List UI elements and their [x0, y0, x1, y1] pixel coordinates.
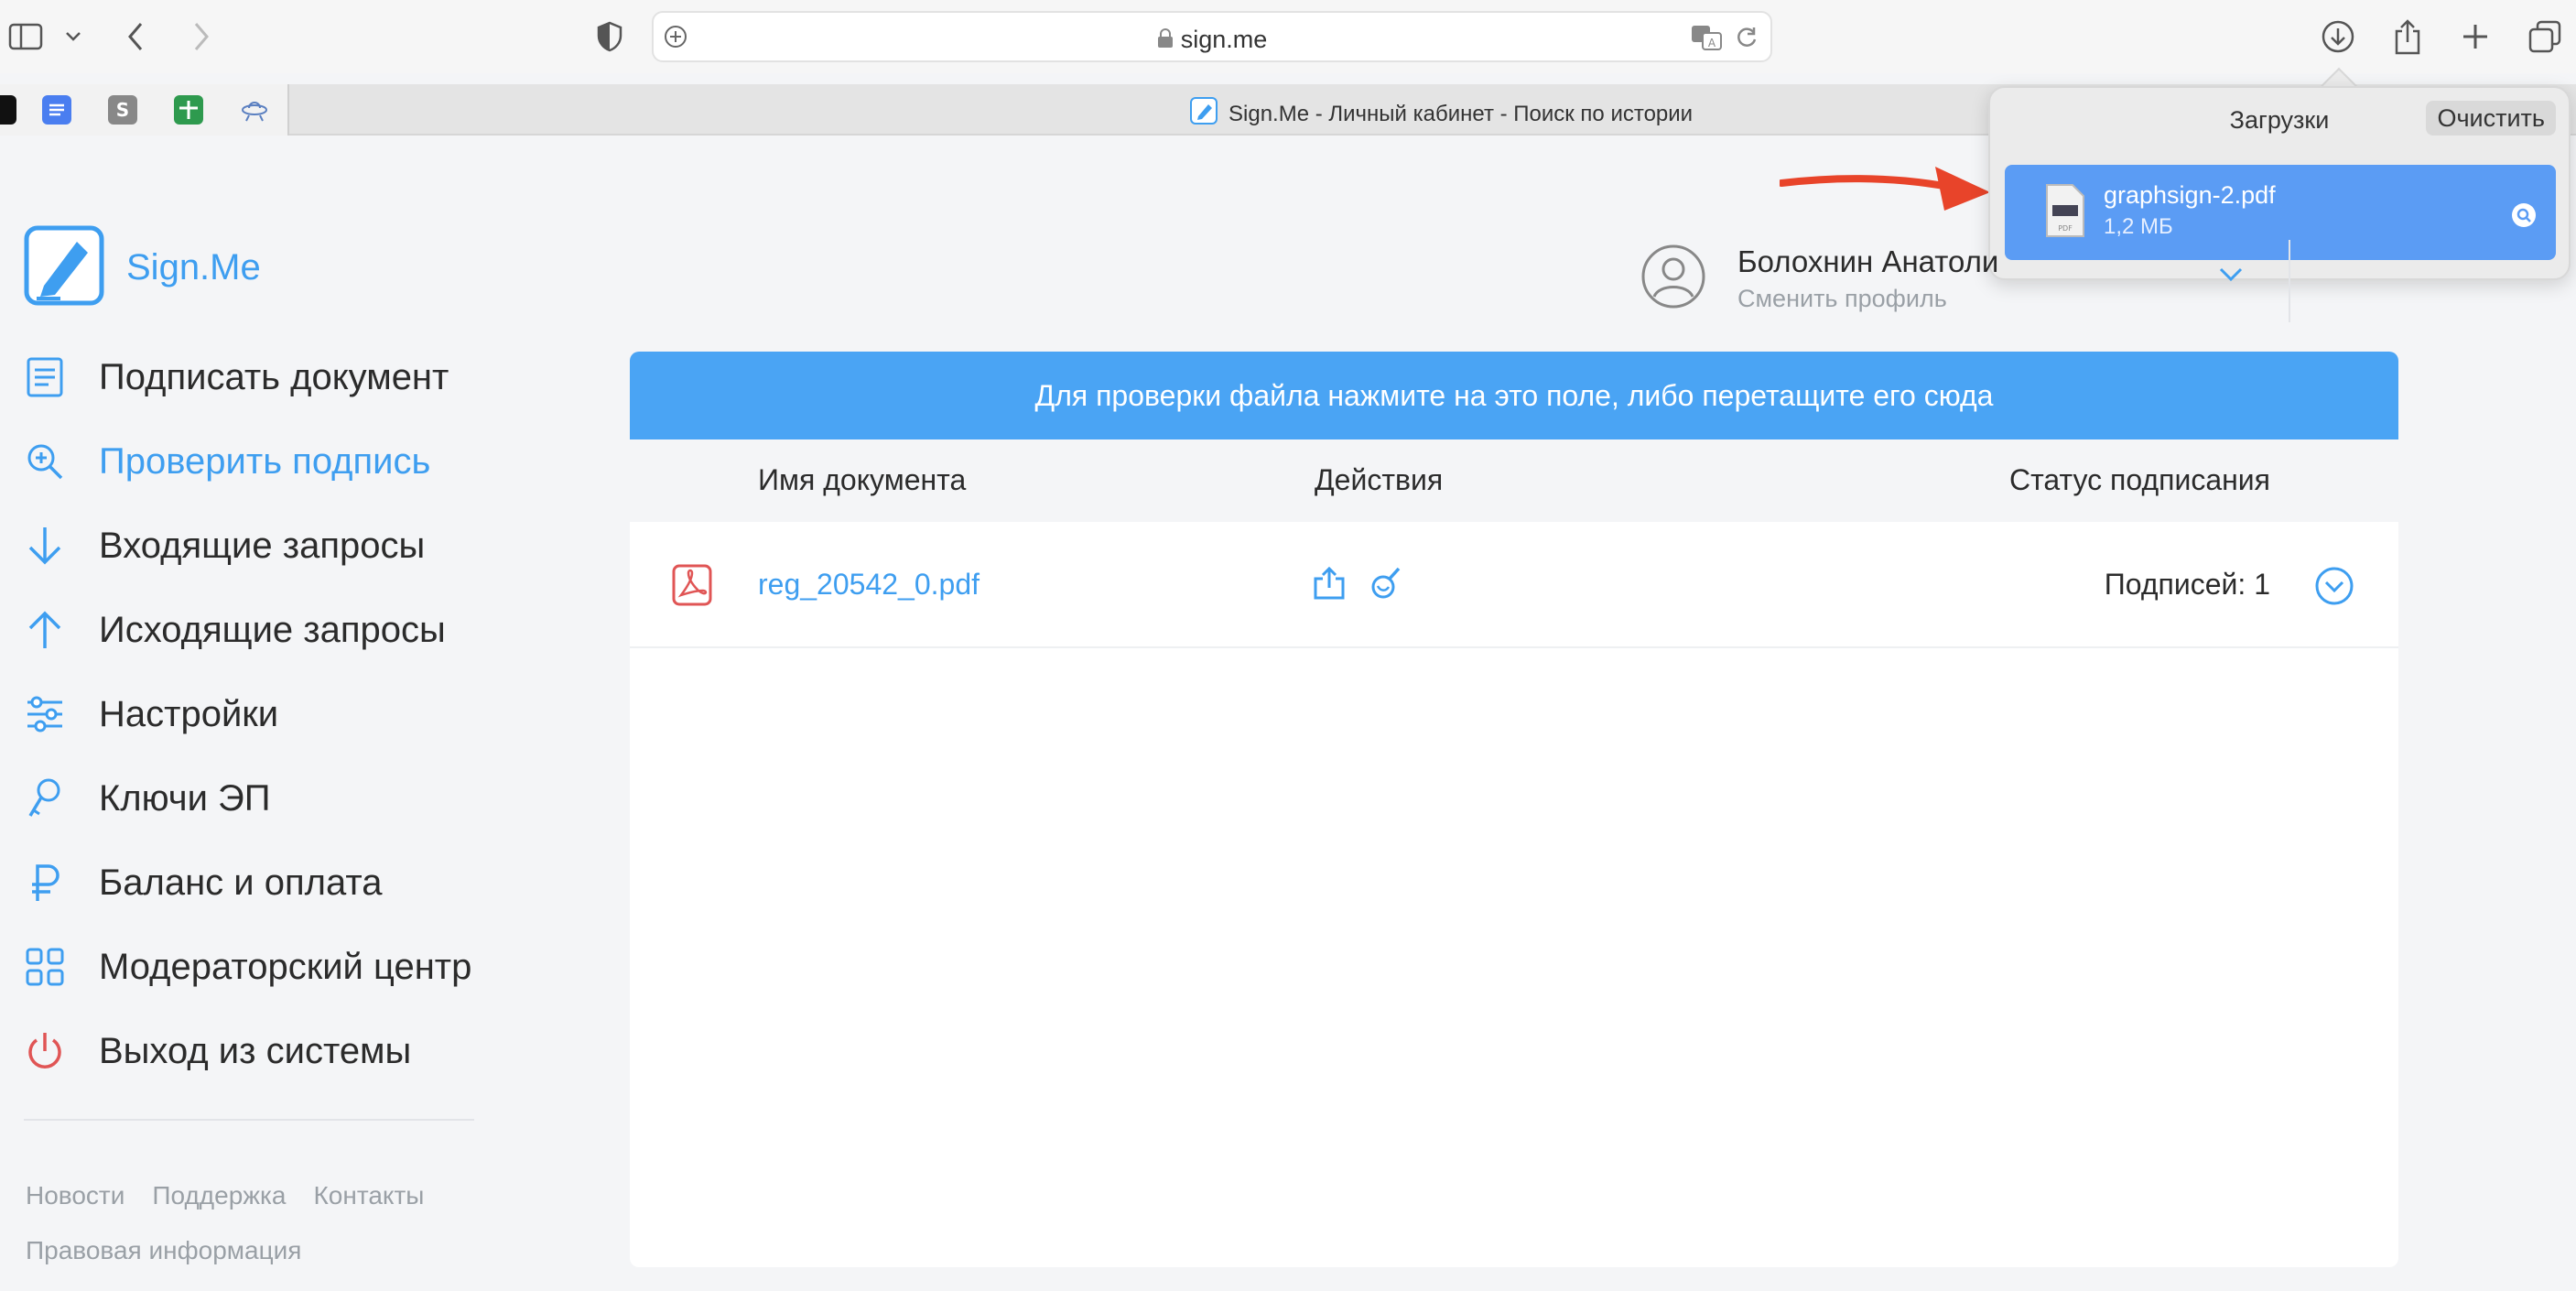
- nav-label: Проверить подпись: [99, 440, 431, 482]
- search-icon: [24, 440, 66, 483]
- nav-settings[interactable]: Настройки: [24, 672, 471, 756]
- nav-label: Входящие запросы: [99, 525, 426, 566]
- footer-contacts-link[interactable]: Контакты: [313, 1181, 424, 1210]
- sign-pen-icon[interactable]: [1369, 566, 1402, 605]
- profile-name: Болохнин Анатоли: [1737, 244, 1999, 278]
- download-item[interactable]: PDF graphsign-2.pdf 1,2 МБ: [2005, 165, 2556, 260]
- footer-support-link[interactable]: Поддержка: [152, 1181, 286, 1210]
- footer-news-link[interactable]: Новости: [26, 1181, 124, 1210]
- privacy-shield-icon[interactable]: [588, 15, 632, 59]
- chevron-down-icon[interactable]: [51, 15, 95, 59]
- sign-me-favicon: [1190, 97, 1218, 131]
- file-dropzone[interactable]: Для проверки файла нажмите на это поле, …: [630, 352, 2398, 439]
- svg-text:PDF: PDF: [2058, 224, 2073, 233]
- reload-icon[interactable]: [1734, 24, 1759, 54]
- nav-label: Исходящие запросы: [99, 609, 446, 650]
- nav-label: Настройки: [99, 693, 279, 734]
- nav-label: Баланс и оплата: [99, 862, 383, 903]
- sign-me-logo[interactable]: Sign.Me: [24, 225, 261, 310]
- annotation-arrow: [1780, 167, 1990, 211]
- signature-count: Подписей: 1: [2104, 568, 2270, 601]
- forward-icon[interactable]: [179, 15, 223, 59]
- tab-title-text: Sign.Me - Личный кабинет - Поиск по исто…: [1228, 101, 1694, 126]
- sidebar-nav: Подписать документ Проверить подпись Вхо…: [24, 335, 471, 1093]
- nav-keys[interactable]: Ключи ЭП: [24, 756, 471, 841]
- address-bar[interactable]: sign.me A: [652, 11, 1772, 62]
- nav-incoming-requests[interactable]: Входящие запросы: [24, 504, 471, 588]
- footer-legal-link[interactable]: Правовая информация: [26, 1236, 301, 1264]
- profile-switcher[interactable]: Болохнин Анатоли Сменить профиль: [1640, 244, 1998, 314]
- reveal-in-finder-icon[interactable]: [2512, 203, 2536, 227]
- url-text: sign.me: [1180, 26, 1268, 53]
- table-row: reg_20542_0.pdf Подписей: 1: [630, 522, 2398, 648]
- pinned-tab-black[interactable]: [0, 95, 16, 125]
- expand-row-icon[interactable]: [2314, 566, 2354, 611]
- clear-downloads-button[interactable]: Очистить: [2426, 101, 2556, 136]
- logo-text: Sign.Me: [126, 247, 261, 287]
- new-tab-icon[interactable]: [2453, 15, 2497, 59]
- nav-sign-document[interactable]: Подписать документ: [24, 335, 471, 419]
- ruble-icon: [24, 862, 66, 904]
- nav-label: Подписать документ: [99, 356, 449, 397]
- downloads-popover: Загрузки Очистить PDF graphsign-2.pdf 1,…: [1988, 86, 2571, 280]
- pinned-tabs: S: [0, 84, 289, 136]
- profile-chevron-down-icon[interactable]: [2219, 267, 2243, 287]
- nav-label: Ключи ЭП: [99, 777, 271, 819]
- browser-toolbar: sign.me A: [0, 0, 2576, 73]
- pinned-tab-sheets[interactable]: [174, 95, 203, 125]
- back-icon[interactable]: [114, 15, 157, 59]
- pdf-file-icon: PDF: [2045, 183, 2085, 243]
- footer-links: Новости Поддержка Контакты Правовая информ…: [26, 1168, 483, 1278]
- key-icon: [24, 777, 66, 819]
- verification-card: Для проверки файла нажмите на это поле, …: [630, 352, 2398, 1267]
- column-actions: Действия: [1315, 463, 1444, 496]
- column-status: Статус подписания: [2008, 463, 2270, 496]
- nav-label: Выход из системы: [99, 1030, 412, 1071]
- nav-label: Модераторский центр: [99, 946, 472, 987]
- nav-balance[interactable]: Баланс и оплата: [24, 841, 471, 925]
- download-filename: graphsign-2.pdf: [2104, 181, 2276, 209]
- nav-moderator-center[interactable]: Модераторский центр: [24, 925, 471, 1009]
- avatar-icon: [1640, 244, 1706, 314]
- tab-overview-icon[interactable]: [2523, 15, 2567, 59]
- arrow-up-icon: [24, 609, 66, 651]
- pdf-icon: [672, 564, 712, 611]
- url-display: sign.me: [654, 26, 1770, 55]
- download-size: 1,2 МБ: [2104, 214, 2173, 239]
- upload-share-icon[interactable]: [1313, 566, 1346, 605]
- document-link[interactable]: reg_20542_0.pdf: [758, 568, 980, 602]
- pinned-tab-docs[interactable]: [42, 95, 71, 125]
- change-profile-link[interactable]: Сменить профиль: [1737, 285, 1998, 313]
- header-separator: [2289, 240, 2290, 322]
- document-icon: [24, 356, 66, 398]
- nav-logout[interactable]: Выход из системы: [24, 1009, 471, 1093]
- grid-icon: [24, 946, 66, 988]
- column-document-name: Имя документа: [758, 463, 967, 496]
- sidebar-divider: [24, 1119, 474, 1121]
- share-icon[interactable]: [2386, 15, 2430, 59]
- active-tab[interactable]: Sign.Me - Личный кабинет - Поиск по исто…: [1190, 97, 1693, 131]
- svg-text:S: S: [116, 99, 129, 121]
- sidebar-toggle-icon[interactable]: [4, 15, 48, 59]
- power-icon: [24, 1030, 66, 1072]
- nav-outgoing-requests[interactable]: Исходящие запросы: [24, 588, 471, 672]
- lock-icon: [1157, 27, 1174, 55]
- translate-icon[interactable]: A: [1690, 24, 1723, 56]
- downloads-icon[interactable]: [2316, 15, 2360, 59]
- arrow-down-icon: [24, 525, 66, 567]
- logo-icon: [24, 225, 104, 310]
- sliders-icon: [24, 693, 66, 735]
- pinned-tab-ufo[interactable]: [240, 95, 269, 125]
- svg-text:A: A: [1708, 37, 1716, 49]
- nav-verify-signature[interactable]: Проверить подпись: [24, 419, 471, 504]
- pinned-tab-s[interactable]: S: [108, 95, 137, 125]
- table-header: Имя документа Действия Статус подписания: [630, 439, 2398, 522]
